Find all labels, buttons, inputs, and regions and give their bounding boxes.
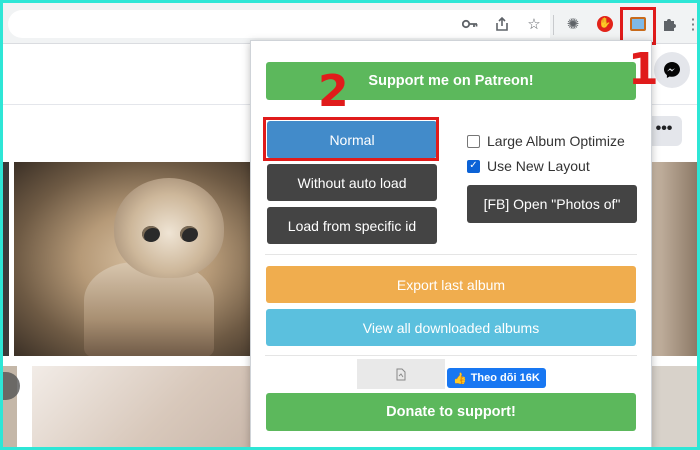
large-album-optimize-label: Large Album Optimize bbox=[487, 133, 625, 149]
use-new-layout-label: Use New Layout bbox=[487, 158, 590, 174]
extension-gear-icon[interactable]: ✺ bbox=[563, 14, 583, 34]
highlight-box-normal bbox=[263, 117, 439, 161]
adblock-icon[interactable]: ✋ bbox=[595, 14, 615, 34]
fb-open-photos-button[interactable]: [FB] Open "Photos of" bbox=[467, 185, 637, 223]
without-auto-load-button[interactable]: Without auto load bbox=[267, 164, 437, 201]
kitten-photo-2[interactable] bbox=[32, 366, 254, 447]
key-icon[interactable] bbox=[460, 14, 480, 34]
step-number-2: 2 bbox=[318, 66, 349, 117]
toolbar-divider bbox=[553, 15, 554, 35]
use-new-layout-option[interactable]: ✓ Use New Layout bbox=[467, 158, 590, 174]
view-downloaded-albums-button[interactable]: View all downloaded albums bbox=[266, 309, 636, 346]
kitten-eye bbox=[180, 226, 198, 242]
export-last-album-button[interactable]: Export last album bbox=[266, 266, 636, 303]
star-icon[interactable]: ☆ bbox=[524, 14, 544, 34]
fb-follow-label: Theo dõi 16K bbox=[470, 372, 540, 384]
kitten-photo[interactable] bbox=[14, 162, 254, 356]
large-album-optimize-checkbox[interactable] bbox=[467, 134, 480, 148]
kitten-eye bbox=[142, 226, 160, 242]
load-specific-id-button[interactable]: Load from specific id bbox=[267, 207, 437, 244]
kitten-head bbox=[114, 178, 224, 278]
fb-follow-button[interactable]: 👍 Theo dõi 16K bbox=[447, 368, 546, 388]
puzzle-icon[interactable] bbox=[660, 14, 680, 34]
large-album-optimize-option[interactable]: Large Album Optimize bbox=[467, 133, 625, 149]
kitten-body bbox=[84, 262, 214, 356]
photo-thumbnail[interactable] bbox=[652, 162, 697, 356]
messenger-icon[interactable] bbox=[654, 52, 690, 88]
divider bbox=[265, 355, 637, 356]
extension-popup: Support me on Patreon! Normal Without au… bbox=[250, 40, 652, 450]
broken-image-icon bbox=[357, 359, 445, 389]
more-icon[interactable]: ⋮ bbox=[686, 14, 700, 34]
step-number-1: 1 bbox=[628, 44, 659, 95]
share-icon[interactable] bbox=[492, 14, 512, 34]
donate-button[interactable]: Donate to support! bbox=[266, 393, 636, 431]
photo-thumbnail[interactable] bbox=[3, 162, 9, 356]
photo-thumbnail[interactable] bbox=[652, 366, 697, 447]
thumbs-up-icon: 👍 bbox=[453, 372, 467, 385]
use-new-layout-checkbox[interactable]: ✓ bbox=[467, 159, 480, 173]
browser-toolbar: ☆ ✺ ✋ ⋮ bbox=[0, 0, 700, 44]
divider bbox=[265, 254, 637, 255]
